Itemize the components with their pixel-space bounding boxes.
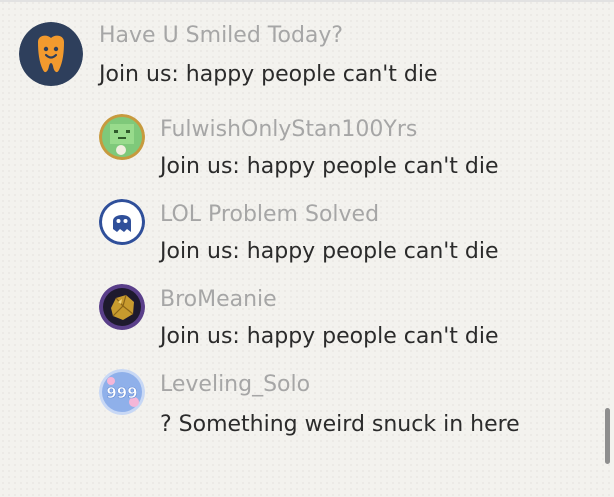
reply-text: Join us: happy people can't die: [160, 154, 499, 179]
reply-text: Join us: happy people can't die: [160, 239, 499, 264]
smiling-tooth-icon: [19, 22, 83, 86]
999-badge-icon: 999: [99, 369, 145, 415]
reply-text: Join us: happy people can't die: [160, 324, 499, 349]
comment-text: Join us: happy people can't die: [99, 62, 438, 87]
gold-nugget-icon: [99, 284, 145, 330]
reply-username[interactable]: BroMeanie: [160, 287, 277, 313]
avatar-green-block[interactable]: [99, 114, 145, 160]
svg-text:999: 999: [106, 384, 137, 402]
green-block-character-icon: [99, 114, 145, 160]
reply-username[interactable]: LOL Problem Solved: [160, 202, 379, 228]
reply-username[interactable]: Leveling_Solo: [160, 372, 310, 398]
comment-thread: Have U Smiled Today? Join us: happy peop…: [0, 0, 614, 497]
reply-text: ? Something weird snuck in here: [160, 412, 520, 437]
scrollbar-thumb[interactable]: [605, 408, 610, 464]
avatar-999-badge[interactable]: 999: [99, 369, 145, 415]
reply-username[interactable]: FulwishOnlyStan100Yrs: [160, 117, 417, 143]
avatar-ghost[interactable]: [99, 199, 145, 245]
avatar-gold-nugget[interactable]: [99, 284, 145, 330]
comment-username[interactable]: Have U Smiled Today?: [99, 23, 343, 49]
avatar-smiling-tooth[interactable]: [19, 22, 83, 86]
white-ghost-icon: [99, 199, 145, 245]
